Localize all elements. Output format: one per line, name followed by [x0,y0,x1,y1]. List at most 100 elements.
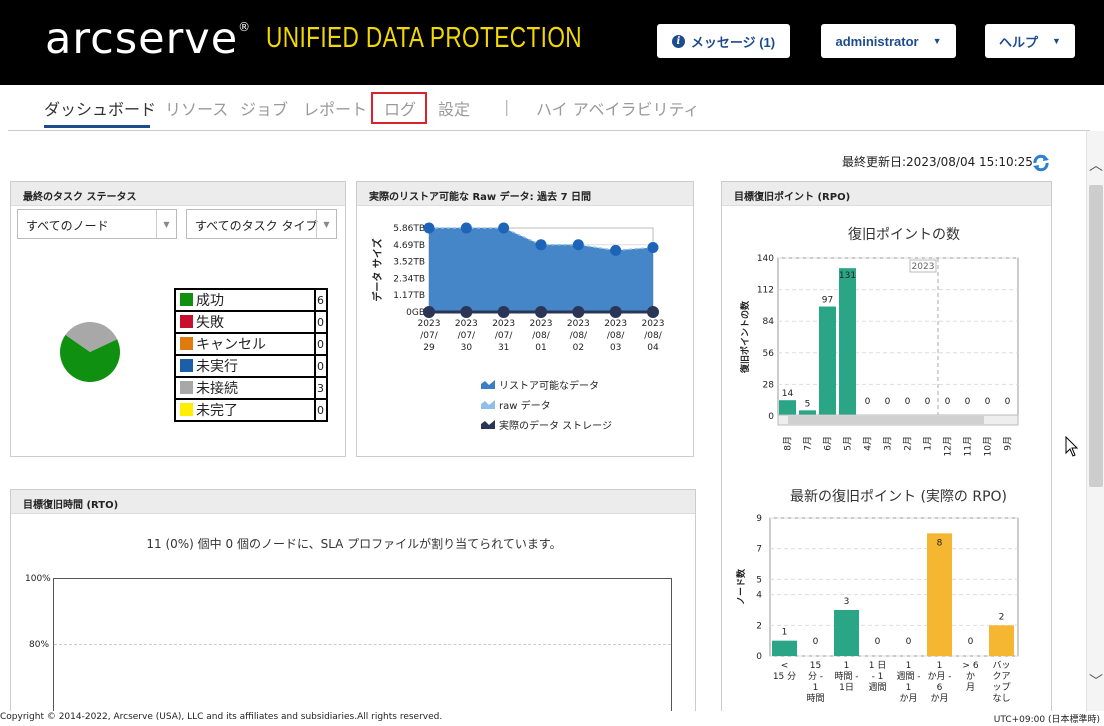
legend-value: 0 [314,398,328,422]
legend-value: 3 [314,376,328,400]
year-marker-label: 2023 [912,262,935,272]
active-tab-indicator [44,125,150,128]
ytick-label: 9 [756,514,762,524]
storage-point [497,306,510,318]
bar-value-label: 8 [937,538,943,548]
xtick-label: /08/ [570,331,588,341]
legend-label-text: 成功 [196,293,224,309]
xtick-label: /07/ [495,331,513,341]
tab-jobs[interactable]: ジョブ [240,96,288,120]
top-header: arcserve® UNIFIED DATA PROTECTION i メッセー… [0,0,1104,85]
xtick-label: 12月 [943,436,954,456]
area-legend-item: raw データ [481,394,612,414]
bar-value-label: 1 [782,628,788,638]
bar-value-label: 0 [968,637,974,647]
area-legend-icon [481,400,495,409]
timezone-text: UTC+09:00 (日本標準時) [993,715,1100,725]
rto-ytick-80: 80% [29,640,50,650]
xtick-label: 01 [535,343,546,353]
storage-point [647,306,659,318]
refresh-icon[interactable] [1031,153,1051,173]
xtick-label: 04 [647,343,659,353]
ytick-label: 56 [763,349,775,359]
bar [989,625,1014,656]
ytick-label: 140 [757,254,774,264]
xtick-label: /08/ [532,331,550,341]
ytick-label: 5.86TB [393,224,425,234]
bar-value-label: 0 [945,397,951,407]
scroll-up-icon[interactable]: ︿ [1089,159,1103,173]
xtick-label: 2023 [492,319,515,329]
last-updated-text: 最終更新日:2023/08/04 15:10:25 [842,155,1033,169]
latest-rpo-chart-title: 最新の復旧ポイント (実際の RPO) [790,489,1008,505]
xtick-label: 03 [610,343,621,353]
node-filter-value: すべてのノード [26,219,109,233]
status-bar: Copyright © 2014-2022, Arcserve (USA), L… [0,711,1104,726]
bar [834,610,859,656]
rpo-panel: 目標復旧ポイント (RPO) 復旧ポイントの数 0 28 56 84 112 140 202… [721,181,1052,711]
xtick-label: 5月 [843,436,854,451]
xtick-label: 1 時間 -1日 [834,661,858,693]
xtick-label: /07/ [420,331,438,341]
task-type-filter-select[interactable]: すべてのタスク タイプ ▼ [186,209,337,239]
ytick-label: 112 [757,286,774,296]
storage-point [460,306,473,318]
rto-ytick-100: 100% [25,574,51,584]
legend-label: 成功 [174,288,316,312]
vertical-scrollbar[interactable]: ︿ ﹀ [1086,131,1104,711]
restorable-point [535,239,547,251]
user-menu-button[interactable]: administrator ▼ [821,24,956,58]
help-menu-button[interactable]: ヘルプ ▼ [985,24,1075,58]
logo-text: arcserve [45,14,239,64]
legend-row: 未接続 3 [174,376,328,400]
app-window: arcserve® UNIFIED DATA PROTECTION i メッセー… [0,0,1104,726]
rto-chart-area [53,578,672,711]
xtick-label: <15 分 [773,661,796,682]
tab-reports[interactable]: レポート [303,96,367,120]
legend-label-text: 未完了 [196,403,238,419]
legend-swatch [180,359,193,372]
dashboard-content: 最終更新日:2023/08/04 15:10:25 最終のタスク ステータス す… [0,131,1086,711]
area-legend-item: リストア可能なデータ [481,374,612,394]
bar [819,306,836,416]
bar-value-label: 14 [782,389,794,399]
caret-down-icon: ▼ [932,36,942,46]
xtick-label: > 6 か月 [962,661,978,693]
legend-swatch [180,403,193,416]
area-legend-item: 実際のデータ ストレージ [481,414,612,434]
xtick-label: 2023 [604,319,627,329]
xtick-label: バックアップなし [992,660,1010,704]
restorable-point [572,239,584,251]
scroll-thumb[interactable] [1089,185,1103,487]
sla-assignment-message: 11 (0%) 個中 0 個のノードに、SLA プロファイルが割り当てられていま… [146,537,562,551]
xtick-label: /08/ [644,331,662,341]
tab-settings[interactable]: 設定 [438,96,470,120]
xtick-label: 1 日- 1 週間 [868,660,886,693]
tab-high-availability[interactable]: ハイ アベイラビリティ [536,96,700,120]
bar-value-label: 0 [925,397,931,407]
tab-dashboard[interactable]: ダッシュボード [44,96,156,120]
plot-frame [769,517,1019,657]
chart-scroll-thumb[interactable] [788,416,984,424]
user-label: administrator [835,33,919,49]
nav-bar: ダッシュボード リソース ジョブ レポート ログ 設定 | ハイ アベイラビリテ… [8,85,1090,131]
ytick-label: 7 [756,545,762,555]
ytick-label: 3.52TB [393,258,425,268]
copyright-text: Copyright © 2014-2022, Arcserve (USA), L… [0,712,443,722]
mouse-cursor-icon [1065,436,1079,457]
legend-swatch [180,315,193,328]
restorable-point [460,222,472,234]
tab-resources[interactable]: リソース [165,96,228,120]
storage-point [609,306,622,318]
storage-point [423,306,435,318]
node-filter-select[interactable]: すべてのノード ▼ [17,209,177,239]
chevron-down-icon: ▼ [156,210,176,238]
ytick-label: 2.34TB [393,274,425,284]
task-status-panel: 最終のタスク ステータス すべてのノード ▼ すべてのタスク タイプ ▼ 成功 6… [10,181,346,457]
bar-value-label: 0 [985,397,991,407]
task-status-legend: 成功 6 失敗 0 キャンセル 0 未実行 0 未接続 3 未完了 0 [174,288,328,422]
storage-point [535,306,547,318]
scroll-down-icon[interactable]: ﹀ [1089,675,1103,689]
messages-button[interactable]: i メッセージ (1) [657,24,790,58]
legend-row: キャンセル 0 [174,332,328,356]
